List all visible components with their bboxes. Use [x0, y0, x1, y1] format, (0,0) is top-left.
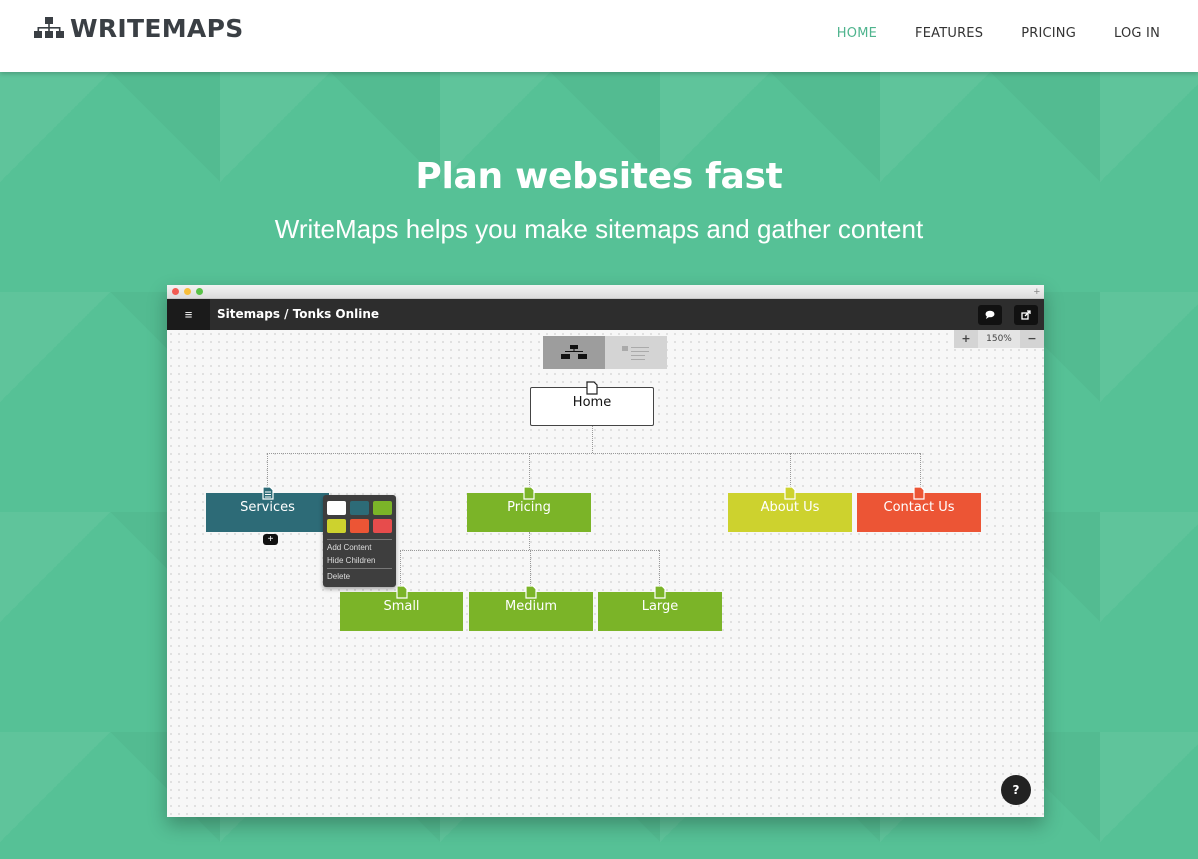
brand-name: WRITEMAPS: [70, 13, 244, 43]
sitemap-node-pricing[interactable]: Pricing: [467, 486, 591, 532]
sitemap-node-large[interactable]: Large: [598, 585, 722, 631]
sitemap-node-medium[interactable]: Medium: [469, 585, 593, 631]
page-icon: [523, 486, 535, 500]
menu-item-delete[interactable]: Delete: [327, 572, 350, 581]
color-swatch-red[interactable]: [373, 519, 392, 533]
list-view-button[interactable]: [605, 336, 667, 369]
comment-icon[interactable]: [978, 305, 1002, 325]
zoom-level: 150%: [978, 330, 1020, 348]
connector-line: [592, 426, 593, 453]
list-view-icon: [622, 346, 649, 360]
color-swatch-white[interactable]: [327, 501, 346, 515]
main-nav: HOME FEATURES PRICING LOG IN: [837, 0, 1198, 66]
brand-logo[interactable]: WRITEMAPS: [34, 13, 244, 43]
node-label: Services: [240, 500, 295, 515]
node-label: Home: [572, 395, 612, 410]
tree-view-icon: [561, 345, 587, 359]
menu-divider: [327, 568, 392, 569]
sitemap-canvas[interactable]: + 150% − Home Services Pricing About Us …: [167, 330, 1044, 817]
color-swatch-green[interactable]: [373, 501, 392, 515]
tree-view-button[interactable]: [543, 336, 605, 369]
help-label: ?: [1012, 783, 1020, 797]
connector-line: [529, 532, 530, 550]
page-icon: [525, 585, 537, 599]
share-icon[interactable]: [1014, 305, 1038, 325]
zoom-control: + 150% −: [954, 330, 1044, 348]
menu-item-hide-children[interactable]: Hide Children: [327, 556, 375, 565]
window-zoom-dot: [196, 288, 203, 295]
window-expand-icon: +: [1033, 286, 1040, 298]
view-toggle: [543, 336, 667, 369]
add-child-button[interactable]: +: [263, 534, 278, 545]
node-label: Pricing: [507, 500, 551, 515]
page-icon: [913, 486, 925, 500]
page-icon: [654, 585, 666, 599]
page-icon: [395, 585, 408, 599]
sitemap-node-contact[interactable]: Contact Us: [857, 486, 981, 532]
color-swatch-yellow[interactable]: [327, 519, 346, 533]
breadcrumb: Sitemaps / Tonks Online: [217, 307, 380, 321]
node-label: Contact Us: [883, 500, 955, 515]
sitemap-icon: [34, 17, 64, 38]
window-chrome: +: [167, 285, 1044, 299]
zoom-out-button[interactable]: −: [1020, 330, 1044, 348]
menu-divider: [327, 539, 392, 540]
color-swatch-teal[interactable]: [350, 501, 369, 515]
node-label: Large: [641, 599, 679, 614]
hero-subtitle: WriteMaps helps you make sitemaps and ga…: [274, 214, 924, 244]
connector-line: [267, 453, 920, 454]
nav-login[interactable]: LOG IN: [1114, 26, 1160, 41]
top-header: WRITEMAPS HOME FEATURES PRICING LOG IN: [0, 0, 1198, 72]
sitemap-node-home[interactable]: Home: [530, 381, 654, 426]
sitemap-node-about[interactable]: About Us: [728, 486, 852, 532]
hamburger-icon[interactable]: ≡: [167, 299, 210, 330]
app-preview-window: + ≡ Sitemaps / Tonks Online + 150% − Hom…: [167, 285, 1044, 817]
nav-features[interactable]: FEATURES: [915, 26, 983, 41]
app-toolbar: ≡ Sitemaps / Tonks Online: [167, 299, 1044, 330]
node-label: About Us: [760, 500, 820, 515]
nav-pricing[interactable]: PRICING: [1021, 26, 1076, 41]
page-icon: [784, 486, 796, 500]
window-close-dot: [172, 288, 179, 295]
help-icon[interactable]: ?: [1001, 775, 1031, 805]
color-swatch-orange[interactable]: [350, 519, 369, 533]
sitemap-node-services[interactable]: Services: [206, 486, 329, 532]
menu-item-add-content[interactable]: Add Content: [327, 543, 371, 552]
hero-title: Plan websites fast: [415, 156, 783, 197]
node-label: Small: [383, 599, 420, 614]
page-icon: [586, 381, 598, 395]
node-label: Medium: [505, 599, 557, 614]
sitemap-node-small[interactable]: Small: [340, 585, 463, 631]
zoom-in-button[interactable]: +: [954, 330, 978, 348]
page-icon: [261, 486, 274, 500]
window-minimize-dot: [184, 288, 191, 295]
nav-home[interactable]: HOME: [837, 26, 877, 41]
node-context-menu: Add Content Hide Children Delete: [323, 495, 396, 587]
